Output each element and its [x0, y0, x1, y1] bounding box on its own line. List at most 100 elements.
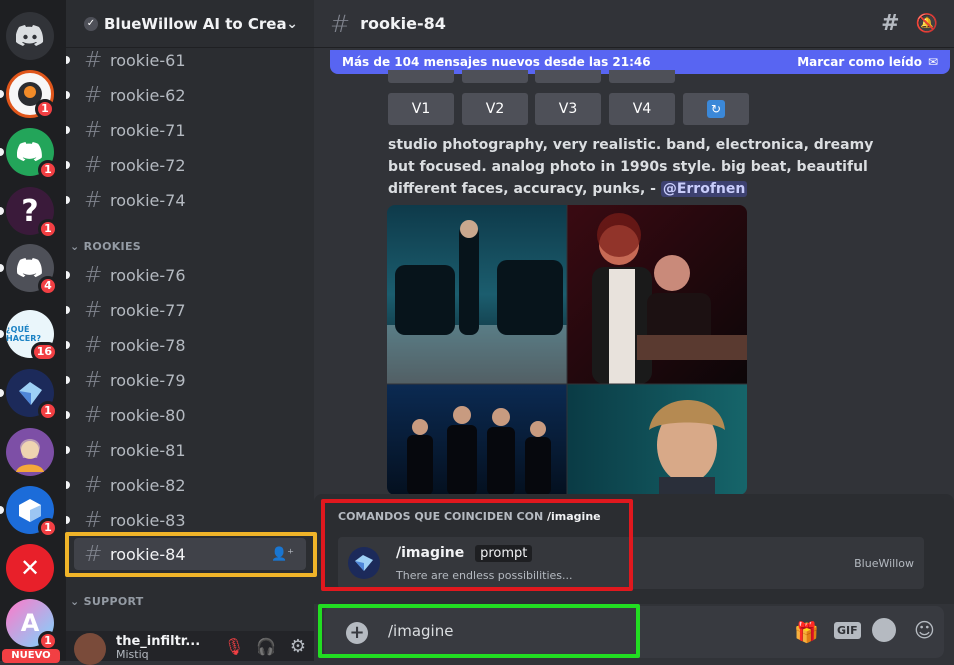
- server-bluewillow[interactable]: 1: [6, 369, 58, 421]
- channel-rookie-72[interactable]: # rookie-72: [66, 149, 306, 181]
- unread-pill: [66, 271, 70, 279]
- unread-pill: [0, 264, 4, 272]
- channel-rookie-71[interactable]: # rookie-71: [66, 114, 306, 146]
- generated-images: [387, 205, 747, 495]
- channel-rookie-79[interactable]: # rookie-79: [66, 364, 306, 396]
- server-purple-p[interactable]: ? 1: [6, 187, 58, 239]
- server-gray-discord[interactable]: 4: [6, 244, 58, 296]
- channel-rookie-81[interactable]: # rookie-81: [66, 434, 306, 466]
- unread-pill: [66, 481, 70, 489]
- command-param: prompt: [475, 545, 533, 562]
- channel-title: rookie-84: [360, 14, 446, 33]
- message-input[interactable]: /imagine: [388, 622, 453, 640]
- channel-topbar: # rookie-84 # 🔕: [314, 0, 954, 48]
- channel-rookie-76[interactable]: # rookie-76: [66, 259, 306, 291]
- channel-label: rookie-61: [110, 50, 186, 70]
- verified-icon: ✓: [84, 16, 98, 31]
- server-green-discord[interactable]: 1: [6, 128, 58, 180]
- channel-sidebar: ✓ BlueWillow AI to Crea... ⌄ # rookie-61 …: [66, 0, 314, 665]
- v3-button[interactable]: V3: [535, 93, 601, 125]
- hash-icon: #: [84, 297, 103, 323]
- gear-icon[interactable]: ⚙: [282, 636, 314, 657]
- channel-rookie-77[interactable]: # rookie-77: [66, 294, 306, 326]
- command-source: BlueWillow: [854, 557, 914, 570]
- unread-pill: [66, 91, 70, 99]
- discord-home-button[interactable]: [6, 12, 54, 60]
- channel-label: rookie-82: [110, 475, 186, 495]
- user-mention[interactable]: @Errofnen: [660, 181, 748, 197]
- channel-label: rookie-83: [110, 510, 186, 530]
- server-red-avatar[interactable]: 1: [6, 70, 55, 119]
- add-member-icon[interactable]: 👤⁺: [271, 547, 294, 562]
- hash-icon: #: [84, 332, 103, 358]
- channel-rookie-82[interactable]: # rookie-82: [66, 469, 306, 501]
- add-attachment-button[interactable]: +: [346, 622, 368, 644]
- bluewillow-command-icon: [348, 547, 380, 579]
- upscale-button-prev[interactable]: [535, 70, 601, 83]
- chevron-down-icon: ⌄: [70, 240, 84, 253]
- category-rookies[interactable]: ⌄ ROOKIES: [70, 240, 141, 253]
- image-4: [567, 384, 747, 495]
- upscale-button-prev[interactable]: [388, 70, 454, 83]
- server-red-tools[interactable]: ✕: [6, 544, 54, 592]
- upscale-button-prev[interactable]: [462, 70, 528, 83]
- channel-label: rookie-74: [110, 190, 186, 210]
- hash-icon: #: [84, 402, 103, 428]
- unread-pill: [0, 389, 4, 397]
- channel-label: rookie-76: [110, 265, 186, 285]
- channel-label: rookie-81: [110, 440, 186, 460]
- server-pink-a[interactable]: A 1: [6, 599, 58, 651]
- unread-pill: [66, 376, 70, 384]
- generated-image-grid[interactable]: [387, 205, 747, 495]
- channel-label: rookie-71: [110, 120, 186, 140]
- mic-muted-icon[interactable]: 🎙: [218, 637, 250, 656]
- sticker-icon[interactable]: [872, 618, 896, 642]
- v2-button[interactable]: V2: [462, 93, 528, 125]
- hash-icon: #: [330, 9, 351, 38]
- server-rail: 1 1 ? 1 4 ¿QUÉ HACER? 16 1 1 ✕ A 1 NUEVO: [0, 0, 66, 663]
- tools-icon: ✕: [19, 554, 41, 582]
- cube-icon: [19, 499, 41, 522]
- emoji-icon[interactable]: ☺: [914, 618, 935, 642]
- v1-button[interactable]: V1: [388, 93, 454, 125]
- prompt-message: studio photography, very realistic. band…: [388, 134, 878, 200]
- discord-logo-icon: [17, 142, 42, 162]
- guild-name: BlueWillow AI to Crea...: [104, 14, 287, 33]
- channel-rookie-74[interactable]: # rookie-74: [66, 184, 306, 216]
- new-messages-text: Más de 104 mensajes nuevos desde las 21:…: [342, 55, 651, 69]
- hash-icon: #: [84, 472, 103, 498]
- guild-header[interactable]: ✓ BlueWillow AI to Crea... ⌄: [66, 0, 314, 48]
- category-support[interactable]: ⌄ SUPPORT: [70, 595, 144, 608]
- upscale-button-prev[interactable]: [609, 70, 675, 83]
- channel-rookie-84[interactable]: # rookie-84 👤⁺: [74, 538, 306, 570]
- server-que-hacer[interactable]: ¿QUÉ HACER? 16: [6, 310, 58, 362]
- mark-read-button[interactable]: Marcar como leído: [797, 55, 922, 69]
- channel-rookie-78[interactable]: # rookie-78: [66, 329, 306, 361]
- unread-pill: [66, 411, 70, 419]
- reroll-button[interactable]: ↻: [683, 93, 749, 125]
- channel-rookie-83[interactable]: # rookie-83: [66, 504, 306, 536]
- prompt-text: studio photography, very realistic. band…: [388, 137, 874, 197]
- popup-title: COMANDOS QUE COINCIDEN CON /imagine: [338, 510, 601, 523]
- v4-button[interactable]: V4: [609, 93, 675, 125]
- hash-icon: #: [84, 507, 103, 533]
- gif-button[interactable]: GIF: [834, 622, 861, 639]
- unread-pill: [66, 306, 70, 314]
- headphones-icon[interactable]: 🎧: [250, 637, 282, 656]
- channel-rookie-80[interactable]: # rookie-80: [66, 399, 306, 431]
- avatar[interactable]: [74, 633, 106, 665]
- hash-icon: #: [84, 117, 103, 143]
- channel-label: rookie-80: [110, 405, 186, 425]
- notifications-muted-icon[interactable]: 🔕: [916, 13, 938, 34]
- channel-rookie-62[interactable]: # rookie-62: [66, 79, 306, 111]
- channel-label: rookie-79: [110, 370, 186, 390]
- category-label: SUPPORT: [83, 595, 144, 608]
- command-option-imagine[interactable]: /imagine prompt There are endless possib…: [338, 537, 924, 589]
- server-blue-cube[interactable]: 1: [6, 486, 58, 538]
- chat-area: # rookie-84 # 🔕 Más de 104 mensajes nuev…: [314, 0, 954, 661]
- gift-icon[interactable]: 🎁: [794, 620, 819, 644]
- channel-rookie-61[interactable]: # rookie-61: [66, 44, 306, 76]
- threads-icon[interactable]: #: [881, 11, 899, 36]
- server-portrait[interactable]: [6, 428, 54, 476]
- portrait-icon: [16, 439, 44, 472]
